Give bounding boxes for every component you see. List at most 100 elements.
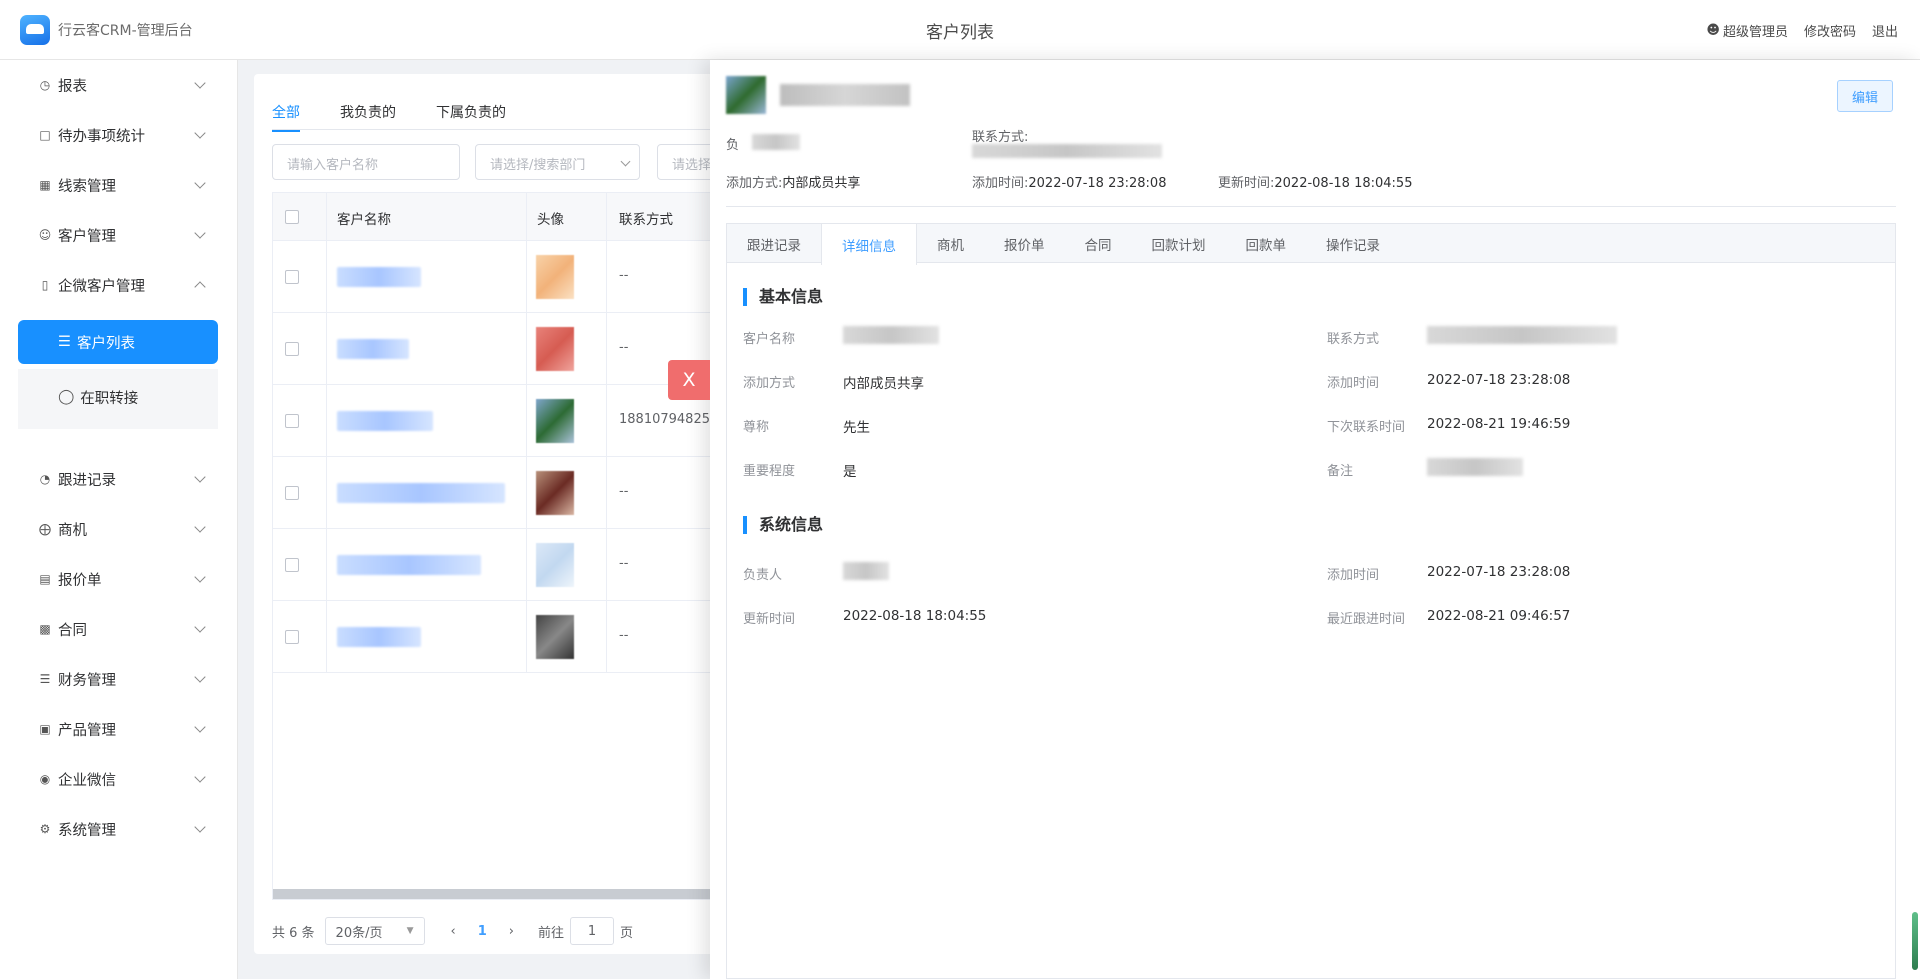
tab-details[interactable]: 详细信息 [821, 224, 917, 265]
customer-name-blurred[interactable] [337, 411, 433, 431]
sidebar-item-label: 企业微信 [58, 772, 116, 789]
avatar [536, 255, 574, 299]
sidebar-item-quote[interactable]: ▤ 报价单 [0, 554, 238, 604]
close-drawer-button[interactable]: X [668, 360, 710, 400]
system-info-title: 系统信息 [743, 516, 823, 534]
header-divider [726, 206, 1896, 207]
tab-all[interactable]: 全部 [272, 102, 300, 132]
customer-name-blurred[interactable] [337, 555, 481, 575]
contact-value-blurred [1427, 326, 1617, 344]
tab-payment-plan[interactable]: 回款计划 [1132, 224, 1226, 264]
sidebar-item-product[interactable]: ▣ 产品管理 [0, 704, 238, 754]
goto-page-input[interactable]: 1 [570, 917, 615, 945]
sidebar-item-label: 产品管理 [58, 722, 116, 739]
chevron-down-icon [194, 227, 206, 239]
row-checkbox[interactable] [285, 270, 299, 284]
table-row[interactable]: -- [273, 529, 713, 601]
chevron-down-icon [194, 77, 206, 89]
customer-name-input[interactable]: 请输入客户名称 [272, 144, 460, 180]
sidebar-item-label: 待办事项统计 [58, 128, 145, 145]
tab-quote[interactable]: 报价单 [984, 224, 1065, 264]
current-page[interactable]: 1 [466, 924, 499, 939]
sidebar-item-todo[interactable]: □ 待办事项统计 [0, 110, 238, 160]
department-placeholder: 请选择/搜索部门 [490, 158, 586, 173]
page-size-select[interactable]: 20条/页 ▼ [324, 917, 425, 945]
add-method-value: 内部成员共享 [782, 176, 861, 191]
sidebar-item-followup[interactable]: ◔ 跟进记录 [0, 454, 238, 504]
basic-info-title: 基本信息 [743, 288, 823, 306]
wechat-customer-icon: ▯ [41, 278, 49, 292]
edit-button[interactable]: 编辑 [1837, 80, 1893, 112]
sys-add-time-label: 添加时间 [1327, 568, 1380, 583]
sidebar-subitem-transfer[interactable]: ◯ 在职转接 [18, 375, 218, 419]
quote-icon: ▤ [39, 572, 51, 586]
change-password-link[interactable]: 修改密码 [1804, 21, 1856, 40]
sidebar-item-wechat-customers[interactable]: ▯ 企微客户管理 [0, 260, 238, 310]
sidebar-item-label: 线索管理 [58, 178, 116, 195]
settings-icon: ⚙ [39, 822, 51, 836]
sidebar: ◷ 报表 □ 待办事项统计 ▦ 线索管理 ☺ 客户管理 ▯ 企微客户管理 ◔ 跟进记录 ⨁ 商… [0, 60, 238, 979]
sidebar-item-report[interactable]: ◷ 报表 [0, 60, 238, 110]
row-checkbox[interactable] [285, 558, 299, 572]
sidebar-item-contract[interactable]: ▩ 合同 [0, 604, 238, 654]
horizontal-scrollbar[interactable] [273, 889, 713, 899]
sidebar-item-leads[interactable]: ▦ 线索管理 [0, 160, 238, 210]
tab-mine[interactable]: 我负责的 [340, 102, 396, 132]
user-icon: ☺ [38, 228, 52, 242]
sidebar-subitem-customer-list[interactable]: ☰ 客户列表 [18, 320, 218, 364]
avatar [536, 327, 574, 371]
table-row[interactable]: 18810794825 [273, 385, 713, 457]
details-panel: 基本信息 客户名称 联系方式 添加方式 内部成员共享 添加时间 2022-07-… [726, 262, 1896, 979]
tab-subordinate[interactable]: 下属负责的 [436, 102, 506, 132]
goto-label: 前往 [538, 925, 565, 941]
table-row[interactable]: -- [273, 313, 713, 385]
sidebar-item-wechat[interactable]: ◉ 企业微信 [0, 754, 238, 804]
sys-update-time-value: 2022-08-18 18:04:55 [843, 608, 987, 624]
customer-name-blurred[interactable] [337, 339, 409, 359]
owner-label: 负 [726, 138, 740, 153]
select-all-checkbox[interactable] [285, 210, 299, 224]
other-select[interactable]: 请选择 [657, 144, 714, 180]
avatar [536, 399, 574, 443]
tab-followup[interactable]: 跟进记录 [727, 224, 821, 264]
sidebar-item-finance[interactable]: ☰ 财务管理 [0, 654, 238, 704]
next-contact-label: 下次联系时间 [1327, 420, 1406, 435]
page-scrollbar[interactable] [1912, 912, 1918, 970]
row-checkbox[interactable] [285, 342, 299, 356]
customer-name-blurred[interactable] [337, 483, 505, 503]
logout-link[interactable]: 退出 [1872, 21, 1898, 40]
next-page-button[interactable]: › [499, 924, 524, 939]
tab-opportunity[interactable]: 商机 [917, 224, 984, 264]
sidebar-item-customers[interactable]: ☺ 客户管理 [0, 210, 238, 260]
table-row[interactable]: -- [273, 601, 713, 673]
add-method-value: 内部成员共享 [843, 376, 924, 392]
department-select[interactable]: 请选择/搜索部门 [475, 144, 640, 180]
row-checkbox[interactable] [285, 414, 299, 428]
contact-cell: -- [619, 628, 629, 643]
prev-page-button[interactable]: ‹ [441, 924, 466, 939]
chevron-up-icon [194, 281, 206, 293]
sidebar-item-settings[interactable]: ⚙ 系统管理 [0, 804, 238, 854]
sidebar-item-label: 跟进记录 [58, 472, 116, 489]
wechat-icon: ◉ [39, 772, 51, 786]
column-header-contact: 联系方式 [619, 212, 673, 228]
opportunity-icon: ⨁ [39, 522, 51, 536]
customer-name-blurred[interactable] [337, 627, 421, 647]
sidebar-item-label: 财务管理 [58, 672, 116, 689]
contact-label: 联系方式 [1327, 332, 1380, 347]
customer-name-blurred[interactable] [337, 267, 421, 287]
contract-icon: ▩ [39, 622, 51, 636]
row-checkbox[interactable] [285, 630, 299, 644]
header-actions: ☻ 超级管理员 修改密码 退出 [1706, 21, 1898, 40]
tab-contract[interactable]: 合同 [1065, 224, 1132, 264]
sidebar-item-label: 报表 [58, 78, 87, 95]
row-checkbox[interactable] [285, 486, 299, 500]
importance-label: 重要程度 [743, 464, 796, 479]
table-row[interactable]: -- [273, 457, 713, 529]
contact-label: 联系方式: [972, 130, 1029, 145]
table-row[interactable]: -- [273, 241, 713, 313]
tab-payment-receipt[interactable]: 回款单 [1226, 224, 1307, 264]
user-menu[interactable]: ☻ 超级管理员 [1706, 21, 1788, 40]
sidebar-item-opportunity[interactable]: ⨁ 商机 [0, 504, 238, 554]
tab-operation-log[interactable]: 操作记录 [1306, 224, 1400, 264]
